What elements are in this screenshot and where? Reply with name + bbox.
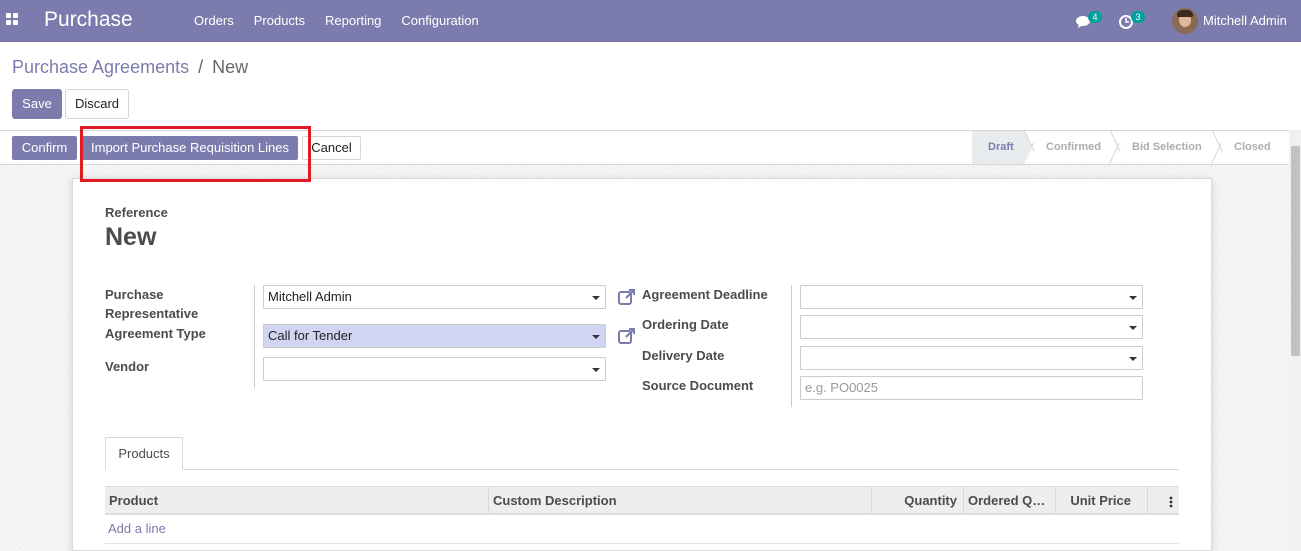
chevron-down-icon — [1129, 296, 1137, 300]
external-link-icon[interactable] — [618, 327, 636, 345]
menu-orders[interactable]: Orders — [184, 0, 244, 42]
kebab-menu-icon — [1169, 496, 1173, 507]
status-stages: Draft Confirmed Bid Selection Closed — [972, 131, 1289, 164]
vendor-label: Vendor — [105, 359, 150, 374]
notebook-tab-line — [105, 469, 1179, 470]
source-document-input[interactable]: e.g. PO0025 — [800, 376, 1143, 400]
source-document-placeholder: e.g. PO0025 — [805, 380, 878, 395]
top-navbar: Purchase Orders Products Reporting Confi… — [0, 0, 1301, 42]
source-document-label: Source Document — [642, 378, 754, 393]
stage-closed-label: Closed — [1234, 141, 1271, 153]
page-scrollbar[interactable] — [1289, 130, 1301, 551]
reference-label: Reference — [105, 205, 168, 220]
agreement-type-value: Call for Tender — [268, 328, 353, 343]
agreement-deadline-field[interactable] — [800, 285, 1143, 309]
confirm-button[interactable]: Confirm — [12, 136, 77, 160]
breadcrumb-current: New — [212, 57, 249, 77]
menu-reporting[interactable]: Reporting — [315, 0, 391, 42]
purchase-rep-label-line1: Purchase — [105, 287, 164, 302]
delivery-date-field[interactable] — [800, 346, 1143, 370]
stage-confirmed[interactable]: Confirmed — [1024, 131, 1110, 164]
discard-button[interactable]: Discard — [65, 89, 129, 119]
purchase-rep-select[interactable]: Mitchell Admin — [263, 285, 606, 309]
stage-bid-selection[interactable]: Bid Selection — [1110, 131, 1212, 164]
activity-badge: 3 — [1131, 11, 1145, 23]
chat-badge: 4 — [1088, 11, 1102, 23]
menu-configuration[interactable]: Configuration — [391, 0, 488, 42]
menu-products[interactable]: Products — [244, 0, 315, 42]
agreement-type-label: Agreement Type — [105, 326, 206, 341]
agreement-deadline-label: Agreement Deadline — [642, 287, 768, 302]
breadcrumb-parent[interactable]: Purchase Agreements — [12, 57, 189, 77]
table-row-divider — [105, 543, 1179, 544]
reference-value: New — [105, 223, 157, 251]
purchase-rep-value: Mitchell Admin — [268, 289, 352, 304]
stage-draft[interactable]: Draft — [972, 131, 1032, 164]
field-separator — [254, 285, 255, 388]
stage-draft-label: Draft — [988, 141, 1014, 153]
add-a-line-link[interactable]: Add a line — [108, 521, 166, 536]
avatar[interactable] — [1172, 8, 1198, 34]
purchase-rep-label-line2: Representative — [105, 306, 199, 321]
main-menu: Orders Products Reporting Configuration — [184, 0, 489, 42]
ordering-date-field[interactable] — [800, 315, 1143, 339]
column-options-icon[interactable] — [1147, 487, 1179, 514]
stage-confirmed-label: Confirmed — [1046, 141, 1101, 153]
column-ordered-quantity[interactable]: Ordered Q… — [963, 487, 1055, 514]
stage-bid-selection-label: Bid Selection — [1132, 141, 1202, 153]
column-product[interactable]: Product — [105, 487, 488, 514]
save-button[interactable]: Save — [12, 89, 62, 119]
chevron-down-icon — [592, 335, 600, 339]
breadcrumb-separator: / — [198, 57, 204, 77]
scrollbar-thumb[interactable] — [1291, 146, 1300, 356]
column-quantity[interactable]: Quantity — [871, 487, 963, 514]
field-separator — [791, 285, 792, 407]
stage-closed[interactable]: Closed — [1212, 131, 1289, 164]
ordering-date-label: Ordering Date — [642, 317, 729, 332]
external-link-icon[interactable] — [618, 288, 636, 306]
vendor-select[interactable] — [263, 357, 606, 381]
app-brand[interactable]: Purchase — [44, 8, 133, 32]
highlight-annotation — [80, 126, 311, 182]
delivery-date-label: Delivery Date — [642, 348, 725, 363]
lines-table-header: Product Custom Description Quantity Orde… — [105, 486, 1179, 515]
chevron-down-icon — [1129, 357, 1137, 361]
activity-button[interactable]: 3 — [1119, 11, 1149, 31]
form-sheet: Reference New Purchase Representative Ag… — [72, 178, 1212, 551]
column-custom-description[interactable]: Custom Description — [488, 487, 871, 514]
breadcrumb: Purchase Agreements / New — [12, 57, 248, 78]
tab-products[interactable]: Products — [105, 437, 183, 470]
user-menu-name[interactable]: Mitchell Admin — [1203, 13, 1287, 28]
messaging-button[interactable]: 4 — [1076, 11, 1106, 31]
chevron-down-icon — [592, 368, 600, 372]
chevron-down-icon — [592, 296, 600, 300]
agreement-type-select[interactable]: Call for Tender — [263, 324, 606, 348]
column-unit-price[interactable]: Unit Price — [1055, 487, 1147, 514]
chevron-down-icon — [1129, 326, 1137, 330]
apps-grid-icon[interactable] — [6, 13, 20, 27]
